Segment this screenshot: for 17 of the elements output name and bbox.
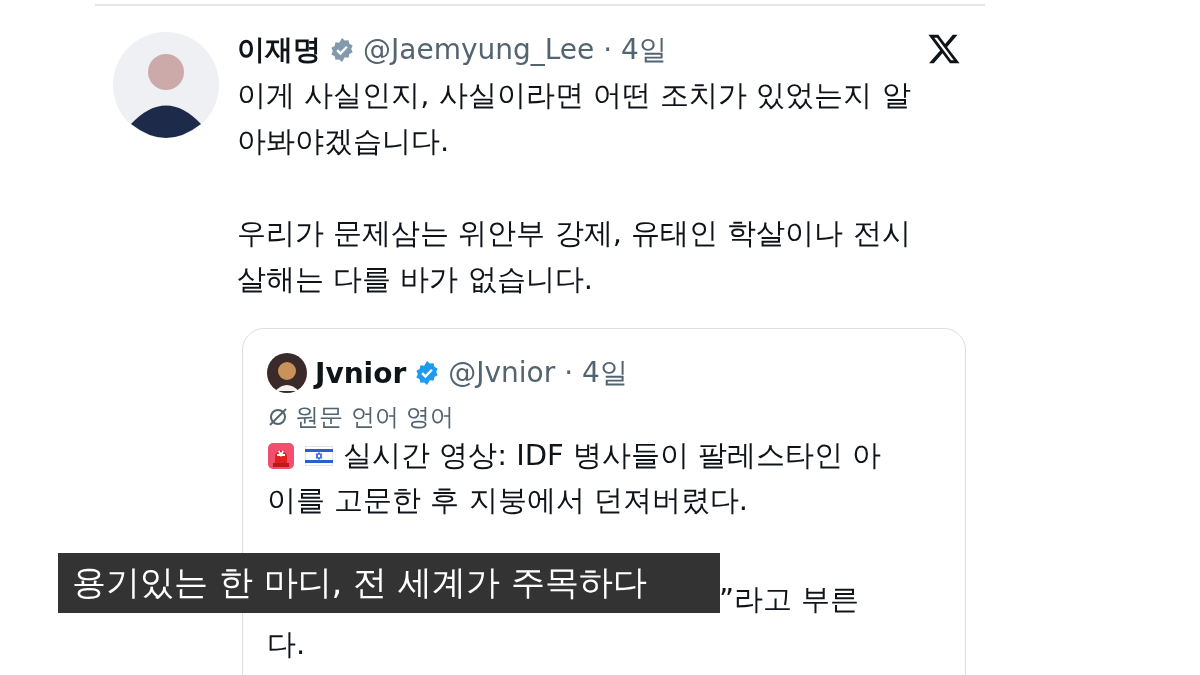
post-text: 이게 사실인지, 사실이라면 어떤 조치가 있었는지 알아봐야겠습니다. [237, 77, 912, 160]
post-text: 우리가 문제삼는 위안부 강제, 유태인 학살이나 전시 살해는 다를 바가 없습니다. [237, 215, 912, 298]
quoted-post-text: 다. [267, 625, 306, 663]
translation-note: 원문 언어 영어 [295, 402, 455, 433]
siren-icon [267, 441, 295, 470]
handle-and-time: @Jvnior · 4일 [448, 355, 628, 391]
quoted-post-text: ”라고 부른 [719, 580, 860, 618]
avatar [267, 353, 307, 393]
x-logo-icon [927, 32, 961, 66]
translate-icon [267, 406, 289, 428]
flag-icon [305, 445, 333, 466]
author-name: Jvnior [315, 356, 407, 390]
handle-and-time: @Jaemyung_Lee · 4일 [363, 32, 667, 68]
video-caption: 용기있는 한 마디, 전 세계가 주목하다 [58, 553, 720, 613]
author-name: 이재명 [237, 32, 321, 68]
quoted-post-text: 이를 고문한 후 지붕에서 던져버렸다. [267, 481, 749, 519]
quoted-post-text: 실시간 영상: IDF 병사들이 팔레스타인 아 [343, 436, 882, 474]
